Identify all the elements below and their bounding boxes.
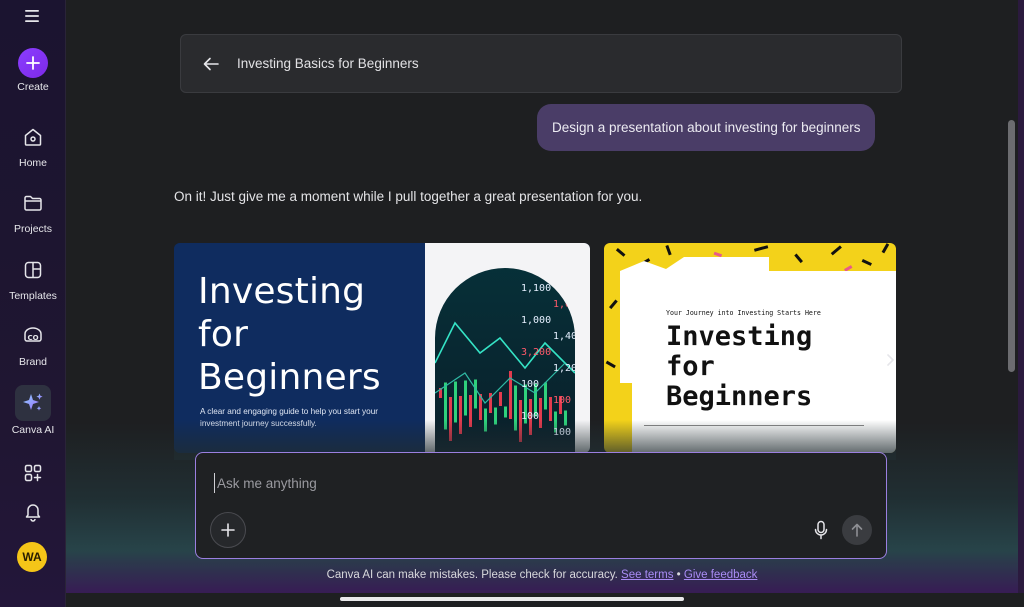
back-arrow-icon[interactable] <box>201 54 221 74</box>
slide-preview-1[interactable]: Investing for Beginners A clear and enga… <box>174 243 590 453</box>
ticker-number: 1,400 <box>553 331 583 342</box>
user-message: Design a presentation about investing fo… <box>537 104 876 151</box>
sidebar-item-home[interactable]: Home <box>0 120 66 169</box>
prompt-composer <box>195 452 887 559</box>
give-feedback-link[interactable]: Give feedback <box>684 569 758 581</box>
sidebar-item-brand[interactable]: CO Brand <box>0 319 66 368</box>
ticker-number: 1,000 <box>521 315 551 326</box>
slide-preview-2[interactable]: Your Journey into Investing Starts Here … <box>604 243 896 453</box>
stock-ticker-image: 1,0001,0001,1001,6001,0001,4003,2001,200… <box>435 251 583 453</box>
microphone-icon <box>814 520 828 540</box>
conversation-header: Investing Basics for Beginners <box>180 34 902 93</box>
candle-bar <box>504 406 507 418</box>
ticker-number: 100 <box>553 427 571 438</box>
folder-icon <box>16 186 50 220</box>
bell-icon <box>16 494 50 528</box>
candle-bar <box>539 398 542 428</box>
sidebar-item-label: Canva AI <box>11 424 55 436</box>
ticker-number: 1,100 <box>521 283 551 294</box>
conversation-title: Investing Basics for Beginners <box>237 56 419 71</box>
microphone-button[interactable] <box>810 518 832 542</box>
ai-message: On it! Just give me a moment while I pul… <box>174 189 643 204</box>
slide-title: Investing for Beginners <box>666 321 813 412</box>
separator: • <box>676 569 681 581</box>
ticker-number: 1,000 <box>521 251 551 262</box>
sidebar-item-projects[interactable]: Projects <box>0 186 66 235</box>
apps-icon <box>16 456 50 490</box>
notifications-button[interactable] <box>0 494 66 528</box>
plus-icon <box>221 523 235 537</box>
ticker-number: 1,000 <box>553 267 583 278</box>
home-indicator <box>340 597 684 601</box>
see-terms-link[interactable]: See terms <box>621 569 673 581</box>
slide-image-panel: 1,000 1,000 1,100 1,600 1,000 1,400 3,200 1,200… <box>425 243 590 453</box>
ticker-number: 100 <box>553 395 571 406</box>
slide-subtitle: A clear and engaging guide to help you s… <box>200 407 378 428</box>
ticker-number: 3,200 <box>521 347 551 358</box>
candle-bar <box>514 385 517 431</box>
add-attachment-button[interactable] <box>210 512 246 548</box>
ticker-number: 1,600 <box>553 299 583 310</box>
candle-bar <box>549 397 552 421</box>
candle-bar <box>444 382 447 430</box>
home-icon <box>16 120 50 154</box>
sidebar-item-label: Projects <box>14 223 52 235</box>
disclaimer: Canva AI can make mistakes. Please check… <box>66 569 1018 581</box>
sidebar-item-canva-ai[interactable]: Canva AI <box>0 385 66 436</box>
chevron-right-icon[interactable] <box>882 347 898 373</box>
candle-bar <box>564 410 567 426</box>
brand-icon: CO <box>16 319 50 353</box>
candle-bar <box>484 408 487 432</box>
send-button[interactable] <box>842 515 872 545</box>
sidebar-item-label: Home <box>18 157 47 169</box>
slide-carousel: Investing for Beginners A clear and enga… <box>174 243 896 453</box>
window-edge <box>1018 0 1024 607</box>
sparkle-icon <box>15 385 51 421</box>
prompt-input[interactable] <box>214 473 814 493</box>
candle-bar <box>449 397 452 441</box>
apps-button[interactable] <box>0 456 66 490</box>
left-rail: Create Home Projects Templates CO Brand … <box>0 0 66 607</box>
candle-bar <box>459 396 462 434</box>
candle-bar <box>454 381 457 423</box>
candle-bar <box>469 395 472 427</box>
chat-panel: Investing Basics for Beginners Design a … <box>66 0 1018 593</box>
ticker-number: 100 <box>521 411 539 422</box>
templates-icon <box>16 253 50 287</box>
candle-bar <box>474 379 477 409</box>
sidebar-item-label: Templates <box>9 290 57 302</box>
candle-bar <box>499 392 502 406</box>
create-label: Create <box>17 81 49 93</box>
candle-bar <box>544 382 547 410</box>
plus-icon <box>18 48 48 78</box>
create-button[interactable]: Create <box>0 48 66 93</box>
candle-bar <box>464 380 467 416</box>
scrollbar[interactable] <box>1008 120 1015 372</box>
avatar[interactable]: WA <box>17 542 47 572</box>
ticker-number: 100 <box>521 379 539 390</box>
menu-icon[interactable] <box>22 7 42 25</box>
arrow-up-icon <box>851 523 863 537</box>
candle-bar <box>494 407 497 425</box>
disclaimer-text: Canva AI can make mistakes. Please check… <box>326 569 618 581</box>
sidebar-item-label: Brand <box>18 356 48 368</box>
slide-title: Investing for Beginners <box>198 271 381 398</box>
slide-kicker: Your Journey into Investing Starts Here <box>666 309 821 317</box>
sidebar-item-templates[interactable]: Templates <box>0 253 66 302</box>
ticker-number: 1,200 <box>553 363 583 374</box>
svg-text:CO: CO <box>27 334 38 342</box>
